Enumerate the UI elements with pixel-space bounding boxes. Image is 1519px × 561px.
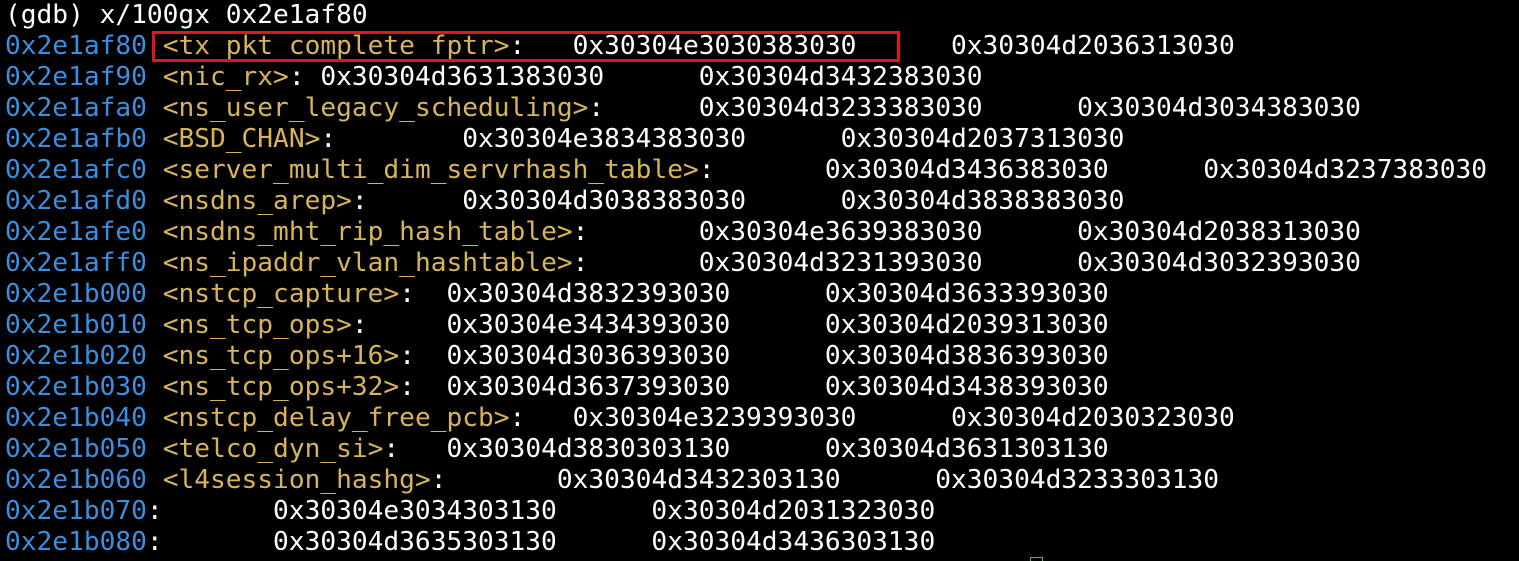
symbol-label: <ns_tcp_ops+16>	[162, 341, 400, 371]
memory-values: : 0x30304d3637393030 0x30304d3438393030	[399, 372, 1109, 402]
memory-address: 0x2e1af80	[5, 31, 147, 61]
memory-values: : 0x30304e3434393030 0x30304d2039313030	[351, 310, 1109, 340]
memory-address: 0x2e1b050	[5, 434, 147, 464]
row-separator	[147, 341, 163, 371]
row-separator	[147, 155, 163, 185]
memory-address: 0x2e1b080	[5, 527, 147, 557]
memory-row: 0x2e1b010 <ns_tcp_ops>: 0x30304e34343930…	[5, 310, 1109, 341]
memory-address: 0x2e1afb0	[5, 124, 147, 154]
memory-address: 0x2e1aff0	[5, 248, 147, 278]
row-separator	[147, 465, 163, 495]
symbol-label: <l4session_hashg>	[162, 465, 431, 495]
memory-address: 0x2e1afa0	[5, 93, 147, 123]
memory-address: 0x2e1b030	[5, 372, 147, 402]
memory-row: 0x2e1afe0 <nsdns_mht_rip_hash_table>: 0x…	[5, 217, 1361, 248]
symbol-label: <tx_pkt_complete_fptr>	[162, 31, 510, 61]
symbol-label: <nsdns_arep>	[162, 186, 352, 216]
memory-values: : 0x30304e3034303130 0x30304d2031323030	[146, 496, 936, 526]
row-separator	[147, 62, 163, 92]
memory-row: 0x2e1b000 <nstcp_capture>: 0x30304d38323…	[5, 279, 1109, 310]
memory-row: 0x2e1afc0 <server_multi_dim_servrhash_ta…	[5, 155, 1487, 186]
symbol-label: <BSD_CHAN>	[162, 124, 321, 154]
memory-row: 0x2e1b030 <ns_tcp_ops+32>: 0x30304d36373…	[5, 372, 1109, 403]
symbol-label: <nstcp_delay_free_pcb>	[162, 403, 510, 433]
memory-values: : 0x30304d3432303130 0x30304d3233303130	[430, 465, 1220, 495]
memory-row: 0x2e1b070: 0x30304e3034303130 0x30304d20…	[5, 496, 935, 527]
row-separator	[147, 403, 163, 433]
row-separator	[147, 310, 163, 340]
memory-row: 0x2e1aff0 <ns_ipaddr_vlan_hashtable>: 0x…	[5, 248, 1361, 279]
row-separator	[147, 31, 163, 61]
row-separator	[147, 217, 163, 247]
symbol-label: <ns_user_legacy_scheduling>	[162, 93, 589, 123]
symbol-label: <nic_rx>	[162, 62, 289, 92]
memory-row: 0x2e1b040 <nstcp_delay_free_pcb>: 0x3030…	[5, 403, 1235, 434]
memory-values: : 0x30304d3635303130 0x30304d3436303130	[146, 527, 936, 557]
memory-row: 0x2e1afa0 <ns_user_legacy_scheduling>: 0…	[5, 93, 1361, 124]
memory-address: 0x2e1b020	[5, 341, 147, 371]
memory-address: 0x2e1b010	[5, 310, 147, 340]
memory-row: 0x2e1b080: 0x30304d3635303130 0x30304d34…	[5, 527, 935, 558]
memory-values: : 0x30304d3631383030 0x30304d3432383030	[288, 62, 983, 92]
memory-row: 0x2e1b020 <ns_tcp_ops+16>: 0x30304d30363…	[5, 341, 1109, 372]
row-separator	[147, 372, 163, 402]
cursor-icon	[1030, 557, 1043, 561]
memory-values: : 0x30304d3038383030 0x30304d3838383030	[351, 186, 1125, 216]
memory-values: : 0x30304d3832393030 0x30304d3633393030	[399, 279, 1109, 309]
row-separator	[147, 124, 163, 154]
memory-row: 0x2e1af80 <tx_pkt_complete_fptr>: 0x3030…	[5, 31, 1235, 62]
memory-address: 0x2e1afd0	[5, 186, 147, 216]
row-separator	[147, 279, 163, 309]
memory-row: 0x2e1afb0 <BSD_CHAN>: 0x30304e3834383030…	[5, 124, 1124, 155]
memory-address: 0x2e1afe0	[5, 217, 147, 247]
symbol-label: <nstcp_capture>	[162, 279, 400, 309]
symbol-label: <nsdns_mht_rip_hash_table>	[162, 217, 573, 247]
memory-values: : 0x30304d3036393030 0x30304d3836393030	[399, 341, 1109, 371]
gdb-command-line: (gdb) x/100gx 0x2e1af80	[5, 0, 368, 30]
memory-address: 0x2e1b070	[5, 496, 147, 526]
row-separator	[147, 434, 163, 464]
memory-row: 0x2e1b060 <l4session_hashg>: 0x30304d343…	[5, 465, 1219, 496]
symbol-label: <ns_ipaddr_vlan_hashtable>	[162, 248, 573, 278]
row-separator	[147, 93, 163, 123]
memory-address: 0x2e1af90	[5, 62, 147, 92]
row-separator	[147, 186, 163, 216]
row-separator	[147, 248, 163, 278]
gdb-terminal[interactable]: (gdb) x/100gx 0x2e1af80 0x2e1af80 <tx_pk…	[0, 0, 1519, 561]
memory-values: : 0x30304d3233383030 0x30304d3034383030	[588, 93, 1361, 123]
memory-address: 0x2e1afc0	[5, 155, 147, 185]
memory-values: : 0x30304e3239393030 0x30304d2030323030	[509, 403, 1235, 433]
memory-values: : 0x30304d3830303130 0x30304d3631303130	[383, 434, 1109, 464]
symbol-label: <ns_tcp_ops>	[162, 310, 352, 340]
memory-values: : 0x30304e3834383030 0x30304d2037313030	[320, 124, 1125, 154]
memory-values: : 0x30304e3639383030 0x30304d2038313030	[572, 217, 1361, 247]
memory-values: : 0x30304d3436383030 0x30304d3237383030	[698, 155, 1488, 185]
memory-row: 0x2e1af90 <nic_rx>: 0x30304d3631383030 0…	[5, 62, 983, 93]
memory-values: : 0x30304e3030383030 0x30304d2036313030	[509, 31, 1235, 61]
memory-address: 0x2e1b060	[5, 465, 147, 495]
memory-address: 0x2e1b040	[5, 403, 147, 433]
symbol-label: <server_multi_dim_servrhash_table>	[162, 155, 699, 185]
symbol-label: <ns_tcp_ops+32>	[162, 372, 400, 402]
memory-values: : 0x30304d3231393030 0x30304d3032393030	[572, 248, 1361, 278]
memory-address: 0x2e1b000	[5, 279, 147, 309]
memory-row: 0x2e1afd0 <nsdns_arep>: 0x30304d30383830…	[5, 186, 1124, 217]
symbol-label: <telco_dyn_si>	[162, 434, 384, 464]
memory-row: 0x2e1b050 <telco_dyn_si>: 0x30304d383030…	[5, 434, 1109, 465]
